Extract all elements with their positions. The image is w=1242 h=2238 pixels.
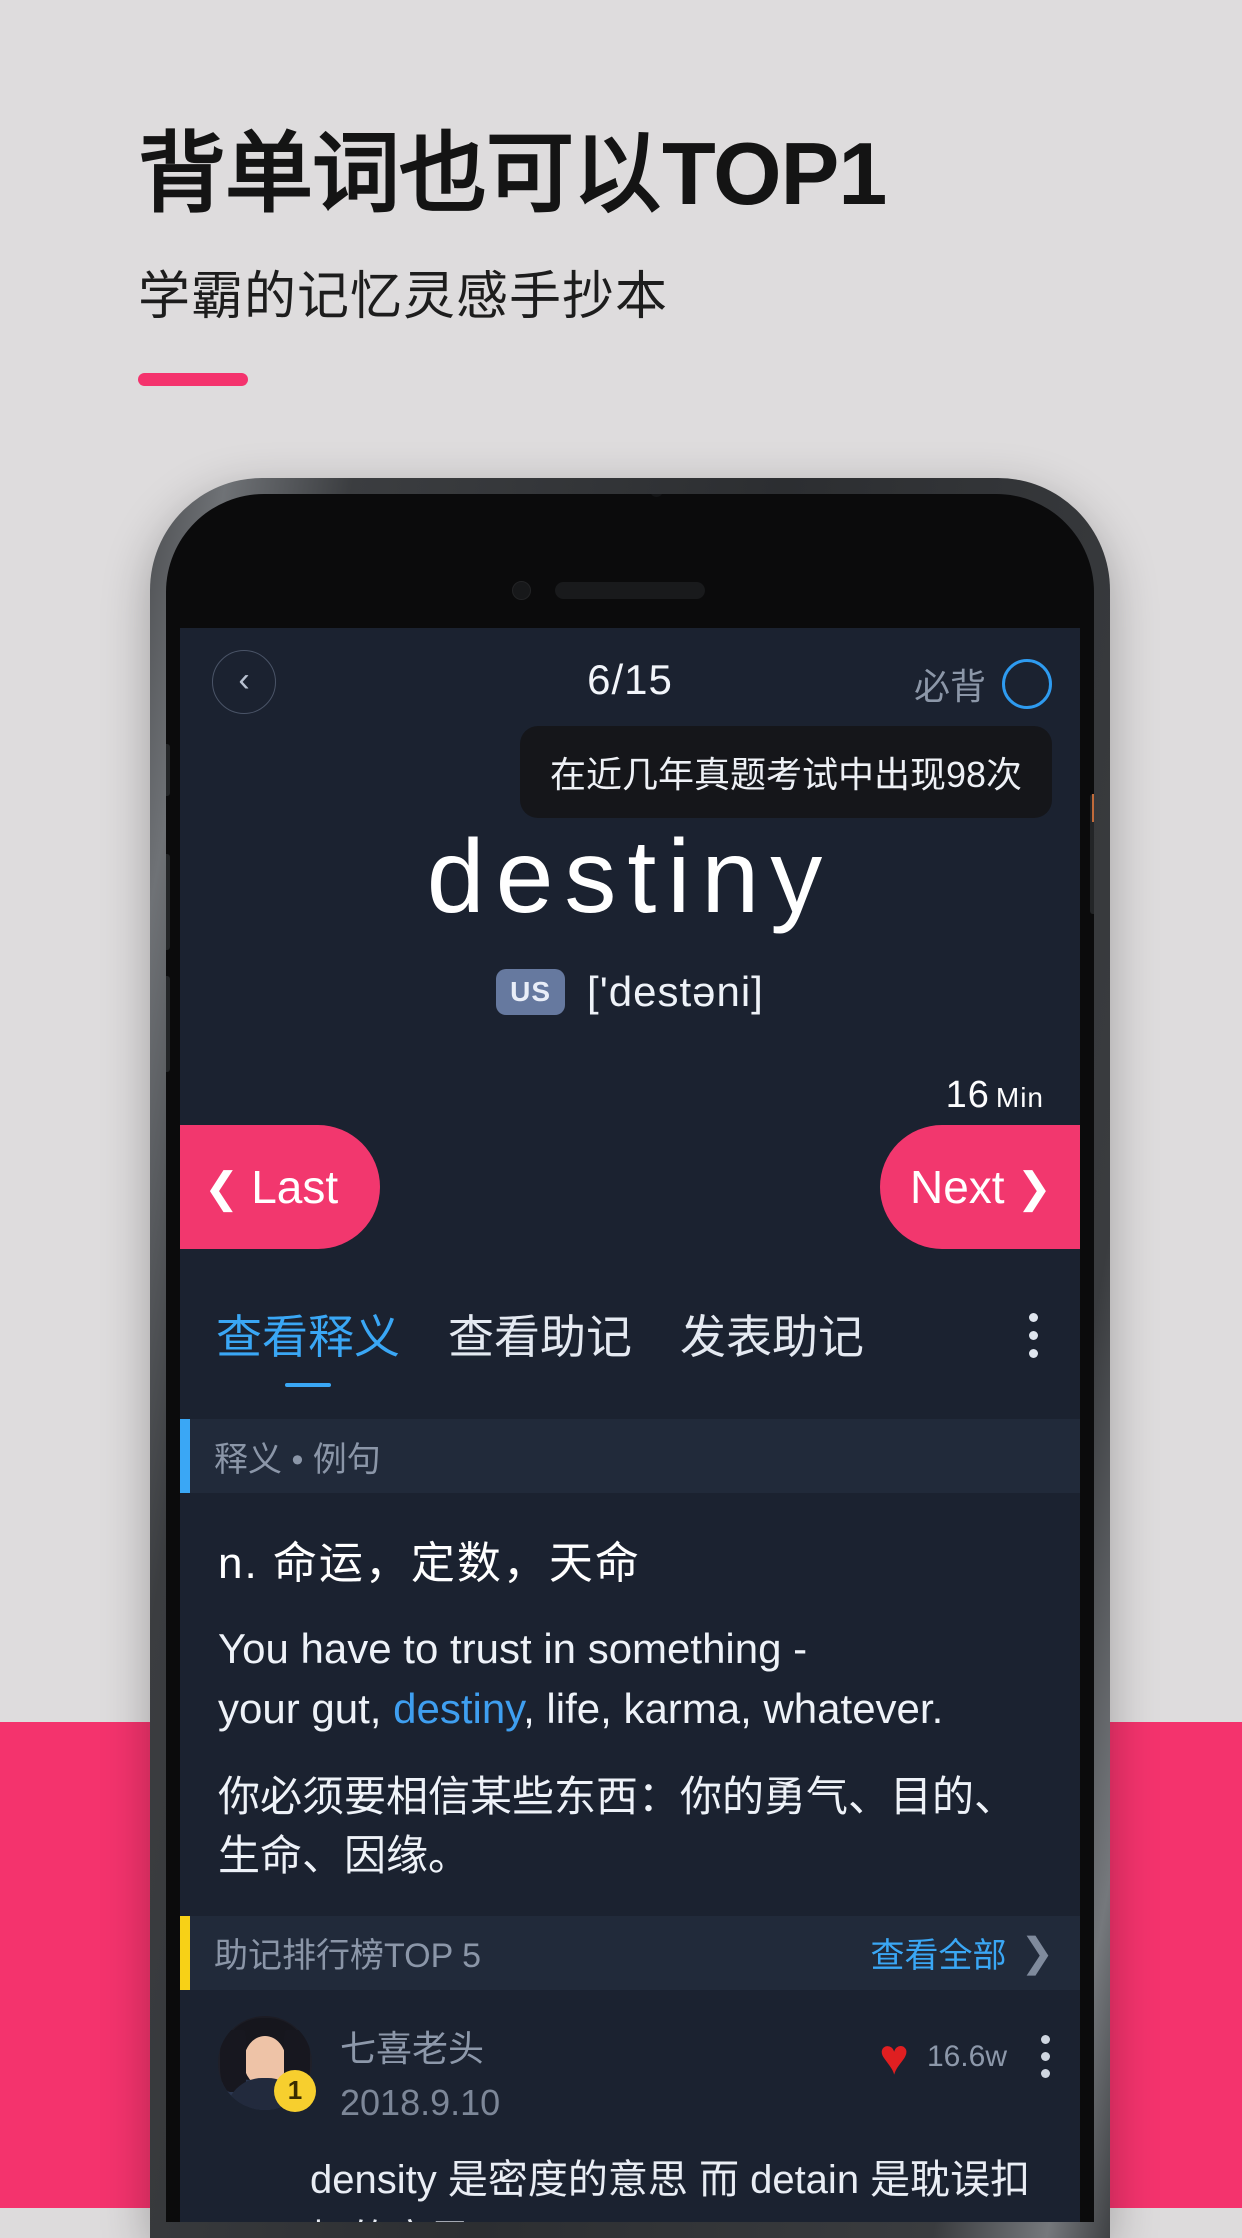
- tab-post-mnemonic[interactable]: 发表助记: [680, 1301, 864, 1389]
- definition-section-header: 释义 • 例句: [180, 1419, 1080, 1494]
- like-count: 16.6w: [926, 2039, 1007, 2073]
- phone-top-bezel: [180, 494, 1080, 628]
- promo-title-prefix: 背单词也可以: [138, 124, 661, 223]
- section-accent-bar: [180, 1915, 190, 1990]
- chevron-right-icon: ❯: [1020, 1930, 1054, 1975]
- word-headword: destiny: [426, 819, 834, 935]
- example-line-2-pre: your gut,: [218, 1685, 394, 1733]
- promo-copy: 背单词也可以TOP1 学霸的记忆灵感手抄本: [138, 124, 1038, 387]
- tab-definition[interactable]: 查看释义: [216, 1301, 400, 1389]
- phone-device: ‹ 6/15 必背 在近几年真题考试中出现98次 destiny US ['de…: [150, 478, 1110, 2238]
- promo-rule: [138, 373, 248, 387]
- phonetic-row[interactable]: US ['destəni]: [180, 968, 1080, 1016]
- proximity-sensor-icon: [650, 494, 663, 497]
- app-screen: ‹ 6/15 必背 在近几年真题考试中出现98次 destiny US ['de…: [180, 628, 1080, 2222]
- mnemonic-username[interactable]: 七喜老头: [340, 2020, 500, 2072]
- frame-antenna-line: [1092, 794, 1094, 822]
- definition-part-of-speech: n. 命运，定数，天命: [218, 1539, 641, 1589]
- volume-up-button[interactable]: [166, 854, 170, 950]
- promo-title-highlight: TOP1: [660, 124, 893, 223]
- promo-title: 背单词也可以TOP1: [138, 124, 1038, 223]
- front-camera-icon: [512, 581, 531, 600]
- example-sentence-en: You have to trust in something - your gu…: [218, 1619, 1042, 1738]
- mnemonic-meta: 七喜老头 2018.9.10: [340, 2016, 500, 2124]
- tab-view-mnemonics[interactable]: 查看助记: [448, 1301, 632, 1389]
- example-keyword[interactable]: destiny: [393, 1685, 523, 1732]
- must-learn-toggle-circle-icon[interactable]: [1002, 659, 1052, 709]
- content-tabs: 查看释义 查看助记 发表助记: [180, 1301, 1080, 1389]
- next-word-button[interactable]: Next ❯: [880, 1125, 1080, 1250]
- promo-subtitle: 学霸的记忆灵感手抄本: [138, 268, 669, 327]
- earpiece-speaker-icon: [555, 582, 705, 599]
- section-accent-bar: [180, 1419, 190, 1494]
- mnemonic-section-title: 助记排行榜TOP 5: [214, 1937, 482, 1976]
- study-timer: 16 Min: [180, 1074, 1080, 1117]
- frequency-tooltip: 在近几年真题考试中出现98次: [519, 726, 1052, 818]
- mnemonic-section-header: 助记排行榜TOP 5 查看全部 ❯: [180, 1915, 1080, 1990]
- must-learn-control[interactable]: 必背: [914, 658, 1052, 710]
- phone-bezel: ‹ 6/15 必背 在近几年真题考试中出现98次 destiny US ['de…: [166, 494, 1094, 2222]
- last-word-button[interactable]: ❮ Last: [180, 1125, 380, 1250]
- mnemonic-date: 2018.9.10: [340, 2081, 501, 2123]
- mnemonic-actions: ♥ 16.6w: [879, 2016, 1050, 2082]
- timer-unit: Min: [995, 1082, 1044, 1114]
- definition-body: n. 命运，定数，天命 You have to trust in somethi…: [180, 1493, 1080, 1886]
- example-line-2-post: , life, karma, whatever.: [523, 1685, 944, 1733]
- rank-badge: 1: [274, 2069, 316, 2112]
- avatar-wrapper[interactable]: 1: [218, 2015, 316, 2112]
- mnemonic-entry-header: 1 七喜老头 2018.9.10 ♥ 16.6w: [180, 1990, 1080, 2124]
- volume-down-button[interactable]: [166, 976, 170, 1072]
- word-block: destiny US ['destəni]: [180, 820, 1080, 1016]
- last-button-label: Last: [251, 1161, 339, 1214]
- view-all-link[interactable]: 查看全部 ❯: [870, 1928, 1054, 1977]
- word-navigation-buttons: ❮ Last Next ❯: [180, 1125, 1080, 1250]
- next-button-label: Next: [910, 1161, 1005, 1214]
- chevron-left-icon: ❮: [204, 1163, 240, 1211]
- example-line-1: You have to trust in something -: [218, 1625, 808, 1673]
- must-learn-label: 必背: [913, 666, 986, 707]
- overflow-menu-icon[interactable]: [1029, 1301, 1044, 1359]
- timer-value: 16: [945, 1074, 990, 1117]
- example-sentence-cn: 你必须要相信某些东西：你的勇气、目的、生命、因缘。: [218, 1772, 1017, 1880]
- chevron-right-icon: ❯: [1016, 1163, 1052, 1211]
- definition-section-title: 释义 • 例句: [214, 1440, 381, 1479]
- heart-icon[interactable]: ♥: [879, 2032, 909, 2082]
- mnemonic-overflow-menu-icon[interactable]: [1041, 2035, 1050, 2079]
- phonetic-transcription: ['destəni]: [587, 968, 764, 1016]
- view-all-label: 查看全部: [870, 1937, 1007, 1976]
- mute-switch[interactable]: [166, 744, 170, 796]
- accent-badge-us[interactable]: US: [496, 969, 566, 1016]
- mnemonic-text: density 是密度的意思 而 detain 是耽误扣押的意思: [310, 2157, 1031, 2222]
